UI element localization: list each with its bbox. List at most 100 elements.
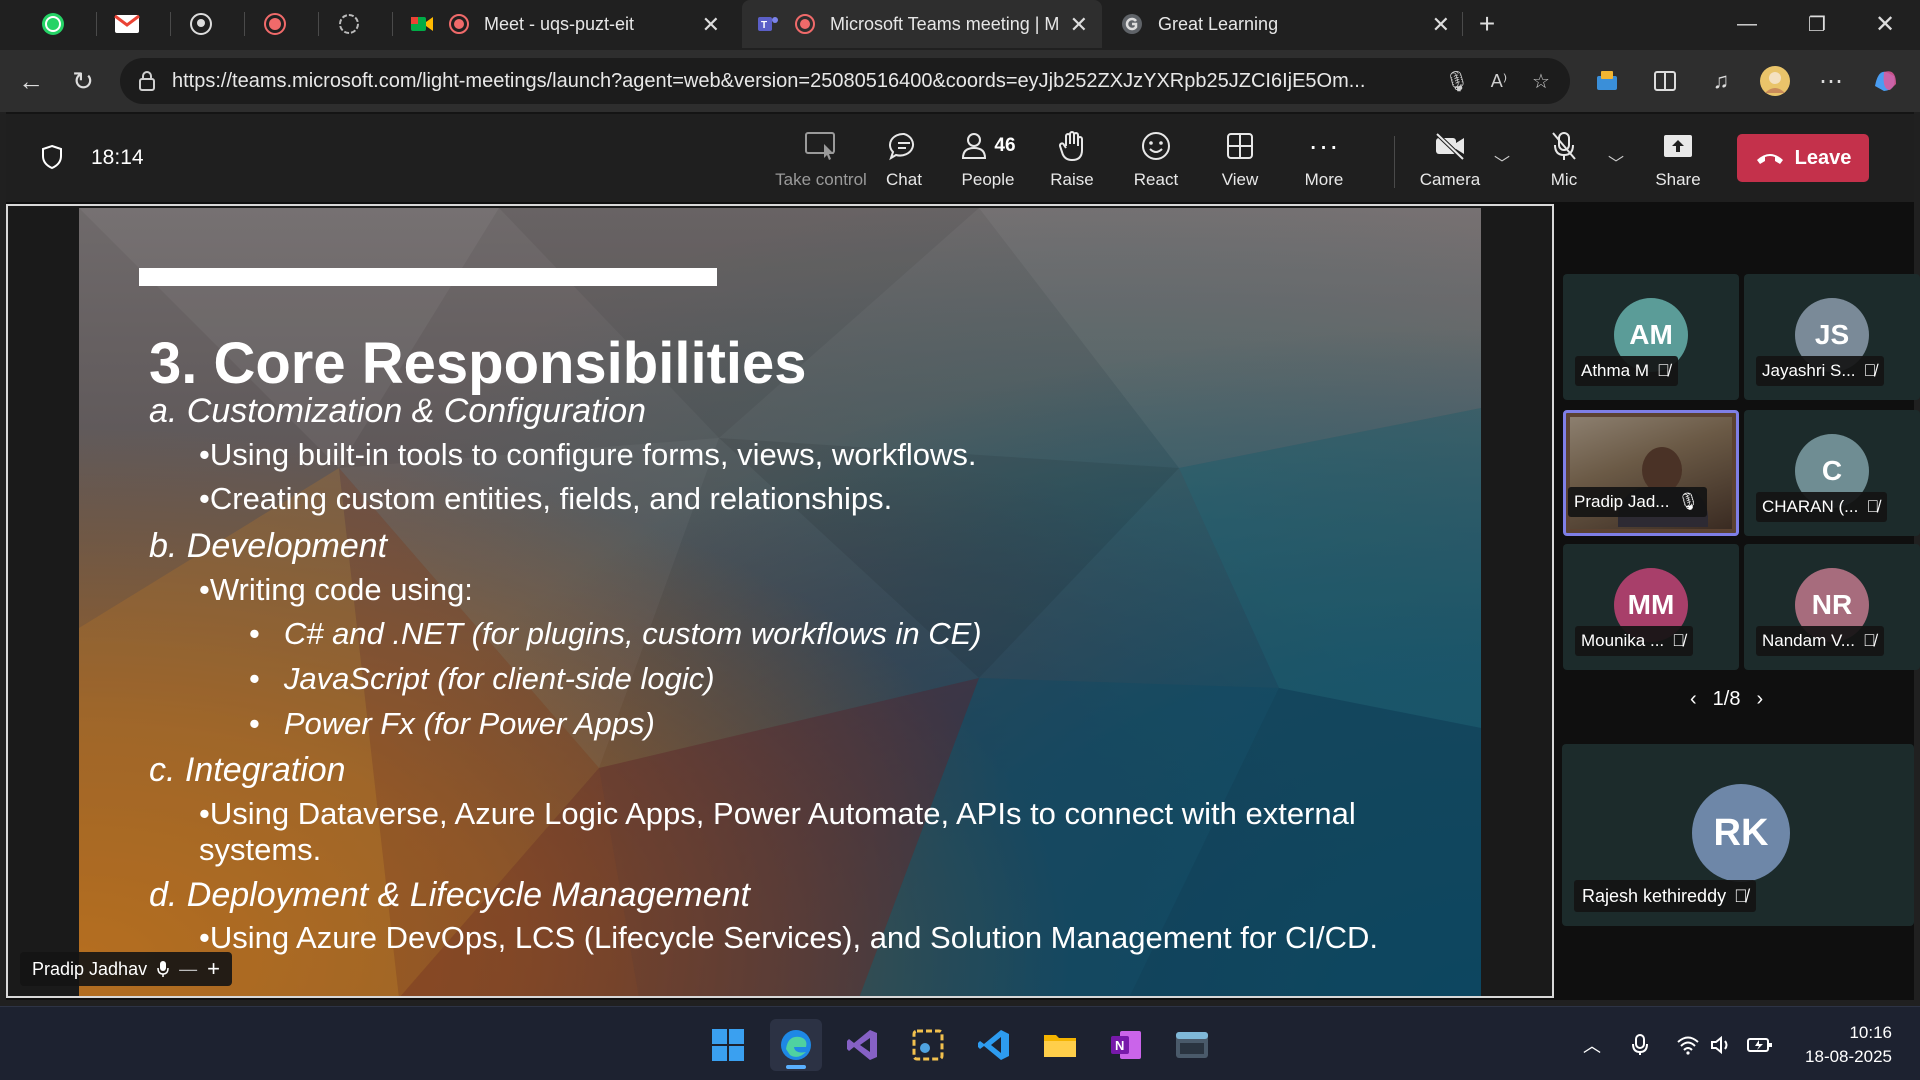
participant-name-tag: Athma M 🎙̸ <box>1575 356 1678 386</box>
raise-hand-button[interactable]: Raise <box>1030 128 1114 198</box>
split-screen-icon[interactable] <box>1646 62 1684 100</box>
pinned-tab-chatgpt[interactable] <box>312 0 386 48</box>
participant-tile[interactable]: C CHARAN (... 🎙̸ <box>1744 410 1920 536</box>
participant-name-tag: Jayashri S... 🎙̸ <box>1756 356 1885 386</box>
bullet-text: •Using Azure DevOps, LCS (Lifecycle Serv… <box>199 920 1379 955</box>
pinned-tab-gmail[interactable] <box>90 0 164 48</box>
close-window-button[interactable]: ✕ <box>1850 0 1920 48</box>
close-icon[interactable]: ✕ <box>1070 12 1088 38</box>
toolbar-divider <box>1394 136 1395 188</box>
system-clock[interactable]: 10:16 18-08-2025 <box>1805 1021 1892 1069</box>
new-tab-button[interactable]: + <box>1452 0 1522 48</box>
refresh-button[interactable]: ↻ <box>62 60 104 102</box>
clock-time: 10:16 <box>1849 1023 1892 1042</box>
favorite-star-icon[interactable]: ☆ <box>1528 68 1554 94</box>
screen-share-view: 3. Core Responsibilities a. Customizatio… <box>6 204 1554 998</box>
snipping-tool-icon <box>912 1029 944 1061</box>
minimize-button[interactable]: — <box>1712 0 1782 48</box>
participant-tile[interactable]: AM Athma M 🎙̸ <box>1563 274 1739 400</box>
participant-tile[interactable]: JS Jayashri S... 🎙̸ <box>1744 274 1920 400</box>
people-button[interactable]: 46 People <box>946 128 1030 198</box>
mic-label: Mic <box>1550 170 1578 189</box>
react-button[interactable]: React <box>1114 128 1198 198</box>
people-label: People <box>961 170 1015 189</box>
taskbar-app-vscode[interactable] <box>968 1019 1020 1071</box>
google-meet-icon <box>411 17 433 31</box>
battery-icon[interactable] <box>1746 1031 1774 1059</box>
shield-icon[interactable] <box>40 144 64 175</box>
slide-title: 3. Core Responsibilities <box>149 331 807 396</box>
start-button[interactable] <box>702 1019 754 1071</box>
microphone-icon[interactable]: 🎙 <box>1444 68 1470 94</box>
extension-icon[interactable] <box>1588 62 1626 100</box>
take-control-button[interactable]: Take control <box>775 128 867 198</box>
tab-google-meet[interactable]: Meet - uqs-puzt-eit ✕ <box>396 0 734 48</box>
address-bar[interactable]: https://teams.microsoft.com/light-meetin… <box>120 58 1570 104</box>
mic-button[interactable]: Mic <box>1522 128 1606 198</box>
tab-great-learning[interactable]: Great Learning ✕ <box>1106 0 1464 48</box>
leave-button[interactable]: Leave <box>1737 134 1869 182</box>
wifi-icon[interactable] <box>1674 1031 1702 1059</box>
windows-start-icon <box>712 1029 744 1061</box>
back-button[interactable]: ← <box>10 60 52 102</box>
volume-icon[interactable] <box>1708 1031 1736 1059</box>
tab-title: Meet - uqs-puzt-eit <box>484 13 635 34</box>
taskbar-app-edge[interactable] <box>770 1019 822 1071</box>
microphone-in-use-icon[interactable] <box>1626 1031 1654 1059</box>
show-hidden-icons-chevron-icon[interactable]: ︿ <box>1578 1031 1606 1059</box>
plus-icon: + <box>1478 8 1496 39</box>
taskbar-app-visual-studio[interactable] <box>836 1019 888 1071</box>
close-icon[interactable]: ✕ <box>702 12 720 38</box>
profile-avatar[interactable] <box>1756 62 1794 100</box>
react-icon <box>1140 128 1172 164</box>
participant-name: Pradip Jad... <box>1574 492 1670 511</box>
zoom-out-button[interactable]: — <box>179 959 197 980</box>
pinned-tab-recording[interactable] <box>238 0 312 48</box>
mic-muted-icon: 🎙̸ <box>1862 631 1876 650</box>
participant-name-tag: Rajesh kethireddy 🎙̸ <box>1574 880 1756 912</box>
participant-tile[interactable]: NR Nandam V... 🎙̸ <box>1744 544 1920 670</box>
media-control-icon[interactable]: ♫ <box>1702 62 1740 100</box>
pinned-tab-github[interactable] <box>164 0 238 48</box>
camera-button[interactable]: Camera <box>1408 128 1492 198</box>
chat-button[interactable]: Chat <box>862 128 946 198</box>
close-icon[interactable]: ✕ <box>1432 12 1450 38</box>
copilot-icon[interactable] <box>1866 62 1904 100</box>
tab-teams-meeting[interactable]: T Microsoft Teams meeting | M ✕ <box>742 0 1102 48</box>
lock-icon[interactable] <box>134 68 160 94</box>
camera-options-chevron-icon[interactable]: ﹀ <box>1494 150 1510 174</box>
chat-icon <box>888 128 920 164</box>
section-heading: d. Deployment & Lifecycle Management <box>149 876 750 914</box>
participant-name-tag: Nandam V... 🎙̸ <box>1756 626 1884 656</box>
share-button[interactable]: Share <box>1636 128 1720 198</box>
onenote-icon: N <box>1111 1031 1141 1059</box>
restore-button[interactable]: ❐ <box>1782 0 1852 48</box>
mic-icon: 🎙 <box>1677 492 1700 511</box>
participant-video-tile[interactable]: Pradip Jad... 🎙 <box>1563 410 1739 536</box>
taskbar-app-terminal[interactable] <box>1166 1019 1218 1071</box>
read-aloud-icon[interactable]: A⁾ <box>1486 68 1512 94</box>
windows-taskbar: N ︿ 10:16 18-08-2025 <box>0 1006 1920 1080</box>
featured-participant-tile[interactable]: RK Rajesh kethireddy 🎙̸ <box>1562 744 1914 926</box>
vscode-icon <box>978 1030 1009 1060</box>
file-explorer-icon <box>1044 1035 1076 1057</box>
bullet-text: systems. <box>199 832 322 867</box>
more-button[interactable]: ··· More <box>1282 128 1366 198</box>
participant-tile[interactable]: MM Mounika ... 🎙̸ <box>1563 544 1739 670</box>
taskbar-app-file-explorer[interactable] <box>1034 1019 1086 1071</box>
taskbar-app-snipping-tool[interactable] <box>902 1019 954 1071</box>
more-options-icon[interactable]: ⋯ <box>1812 62 1850 100</box>
chevron-right-icon[interactable]: › <box>1756 688 1763 711</box>
edge-icon <box>781 1030 811 1060</box>
chevron-left-icon[interactable]: ‹ <box>1690 688 1697 711</box>
mic-options-chevron-icon[interactable]: ﹀ <box>1608 150 1624 174</box>
pinned-tab-whatsapp[interactable] <box>16 0 90 48</box>
bullet-text: •Writing code using: <box>199 572 473 607</box>
sub-bullet: • JavaScript (for client-side logic) <box>249 661 715 697</box>
taskbar-app-onenote[interactable]: N <box>1100 1019 1152 1071</box>
view-label: View <box>1221 170 1259 189</box>
view-button[interactable]: View <box>1198 128 1282 198</box>
zoom-in-button[interactable]: + <box>207 956 220 982</box>
sub-bullet-text: Power Fx (for Power Apps) <box>283 706 655 741</box>
bullet-text: •Using Dataverse, Azure Logic Apps, Powe… <box>199 796 1356 831</box>
